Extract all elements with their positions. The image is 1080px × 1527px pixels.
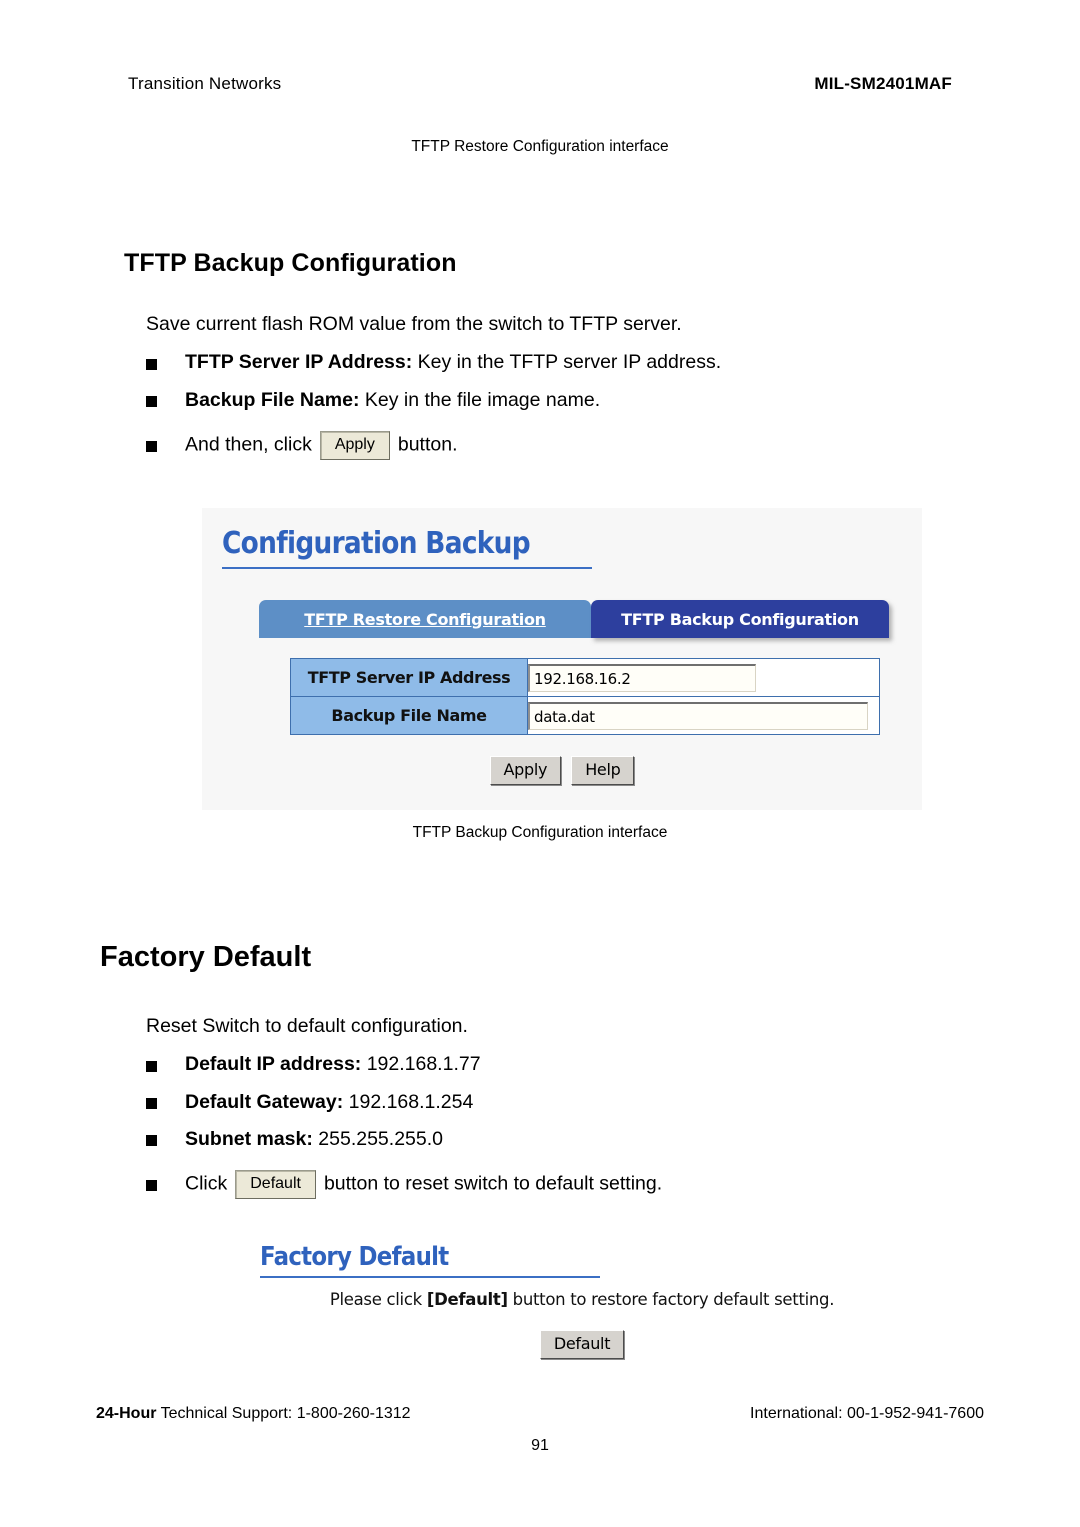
screenshot-factory-default: Factory Default Please click [Default] b…: [252, 1238, 912, 1383]
title-underline-rule: [222, 567, 592, 569]
square-bullet-icon: [146, 1060, 157, 1072]
square-bullet-icon: [146, 395, 157, 407]
table-row: TFTP Server IP Address 192.168.16.2: [290, 658, 880, 697]
list-item: Subnet mask: 255.255.255.0: [146, 1127, 662, 1152]
message-after: button to restore factory default settin…: [507, 1290, 835, 1309]
document-header: Transition Networks MIL-SM2401MAF: [128, 74, 952, 94]
label-tftp-server-ip-address: TFTP Server IP Address: [290, 658, 528, 697]
bullet-label: TFTP Server IP Address:: [185, 351, 413, 374]
form-button-row: Apply Help: [202, 756, 922, 785]
heading-factory-default: Factory Default: [100, 941, 312, 974]
tab-tftp-backup-configuration[interactable]: TFTP Backup Configuration: [591, 600, 889, 638]
footer-support-bold: 24-Hour: [96, 1405, 157, 1422]
bullet-rest: 255.255.255.0: [312, 1128, 443, 1151]
page-number: 91: [531, 1437, 549, 1454]
list-item: Default Gateway: 192.168.1.254: [146, 1090, 662, 1115]
bullet-rest: Key in the file image name.: [359, 388, 601, 411]
bullet-rest: 192.168.1.77: [361, 1053, 481, 1076]
bullet-label: Default IP address:: [185, 1053, 362, 1076]
tab-bar: TFTP Restore Configuration TFTP Backup C…: [259, 600, 889, 638]
heading-tftp-backup-configuration: TFTP Backup Configuration: [124, 248, 457, 277]
title-underline-rule: [260, 1276, 600, 1278]
bullet-label: Default Gateway:: [185, 1090, 344, 1113]
tftp-server-ip-input[interactable]: 192.168.16.2: [528, 663, 756, 692]
table-row: Backup File Name data.dat: [290, 696, 880, 735]
square-bullet-icon: [146, 358, 157, 370]
help-button[interactable]: Help: [571, 756, 635, 785]
inline-default-button[interactable]: Default: [235, 1170, 316, 1200]
bullet-rest: 192.168.1.254: [343, 1090, 474, 1113]
bullet-label: Backup File Name:: [185, 388, 360, 411]
factory-button-row: Default: [252, 1330, 912, 1359]
factory-lead-text: Reset Switch to default configuration.: [146, 1015, 468, 1037]
bullet-rest: Key in the TFTP server IP address.: [412, 351, 722, 374]
label-backup-file-name: Backup File Name: [290, 696, 528, 735]
list-item: Backup File Name: Key in the file image …: [146, 388, 721, 413]
document-footer: 24-Hour Technical Support: 1-800-260-131…: [96, 1405, 984, 1423]
header-company: Transition Networks: [128, 74, 282, 93]
default-button[interactable]: Default: [539, 1330, 625, 1359]
screenshot-configuration-backup: Configuration Backup TFTP Restore Config…: [202, 508, 922, 810]
caption-tftp-restore: TFTP Restore Configuration interface: [411, 138, 669, 155]
list-item: Default IP address: 192.168.1.77: [146, 1052, 662, 1077]
tftp-backup-form: TFTP Server IP Address 192.168.16.2 Back…: [290, 658, 880, 735]
click-text-before: Click: [185, 1173, 228, 1196]
bullet-label: Subnet mask:: [185, 1128, 313, 1151]
footer-support-rest: Technical Support: 1-800-260-1312: [156, 1405, 411, 1422]
apply-button[interactable]: Apply: [489, 756, 562, 785]
factory-section-body: Reset Switch to default configuration. D…: [146, 1014, 662, 1211]
tab-label: TFTP Restore Configuration: [304, 609, 546, 629]
backup-lead-text: Save current flash ROM value from the sw…: [146, 313, 682, 335]
message-before: Please click: [329, 1290, 427, 1309]
square-bullet-icon: [146, 1097, 157, 1109]
tab-label: TFTP Backup Configuration: [621, 609, 859, 629]
click-text-before: And then, click: [185, 433, 312, 456]
caption-tftp-backup: TFTP Backup Configuration interface: [412, 824, 668, 841]
square-bullet-icon: [146, 441, 157, 453]
header-model: MIL-SM2401MAF: [814, 74, 952, 93]
panel-title-configuration-backup: Configuration Backup: [222, 526, 531, 561]
inline-apply-button[interactable]: Apply: [319, 431, 390, 461]
message-bold: [Default]: [426, 1290, 508, 1309]
backup-file-name-input[interactable]: data.dat: [528, 701, 868, 730]
click-text-after: button to reset switch to default settin…: [323, 1173, 663, 1196]
list-item: TFTP Server IP Address: Key in the TFTP …: [146, 350, 721, 375]
factory-default-message: Please click [Default] button to restore…: [252, 1290, 912, 1309]
footer-support: 24-Hour Technical Support: 1-800-260-131…: [96, 1405, 411, 1423]
click-text-after: button.: [397, 433, 458, 456]
footer-international: International: 00-1-952-941-7600: [750, 1405, 984, 1422]
list-item: And then, click Apply button.: [146, 431, 721, 461]
square-bullet-icon: [146, 1135, 157, 1147]
square-bullet-icon: [146, 1180, 157, 1192]
tab-tftp-restore-configuration[interactable]: TFTP Restore Configuration: [259, 600, 591, 638]
backup-section-body: Save current flash ROM value from the sw…: [146, 312, 721, 472]
panel-title-factory-default: Factory Default: [260, 1242, 449, 1272]
list-item: Click Default button to reset switch to de…: [146, 1170, 663, 1200]
